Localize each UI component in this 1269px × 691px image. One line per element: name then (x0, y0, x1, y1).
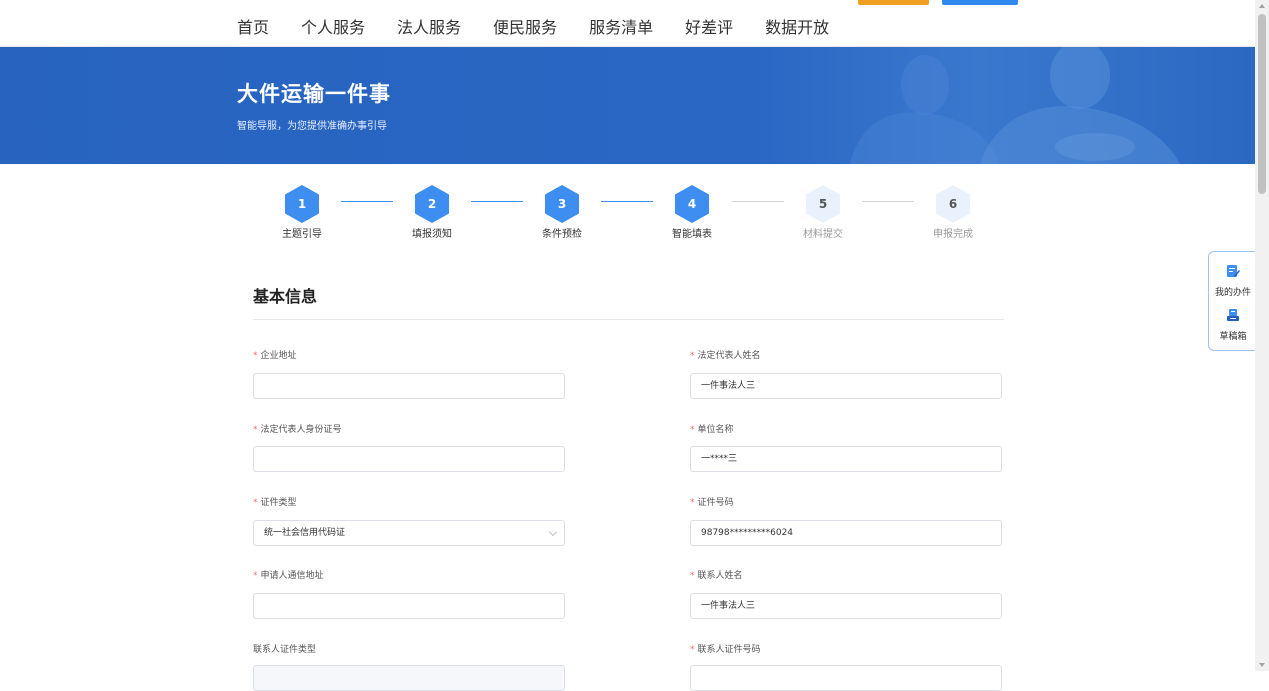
step-1-label: 主题引导 (282, 229, 322, 240)
label-legal-rep-name: * 法定代表人姓名 (690, 348, 761, 361)
required-mark: * (253, 351, 258, 361)
required-mark: * (690, 351, 695, 361)
step-connector-4 (732, 201, 784, 202)
step-connector-5 (862, 201, 914, 202)
drafts-label: 草稿箱 (1219, 332, 1247, 342)
nav-personal-service[interactable]: 个人服务 (301, 18, 365, 38)
certificate-type-value: 统一社会信用代码证 (264, 528, 346, 538)
page-banner: 大件运输一件事 智能导服，为您提供准确办事引导 (0, 47, 1255, 164)
step-connector-2 (471, 201, 523, 202)
top-navigation-bar: 首页 个人服务 法人服务 便民服务 服务清单 好差评 数据开放 (0, 0, 1255, 47)
draft-box-icon (1227, 309, 1239, 321)
label-text: 联系人证件类型 (253, 645, 317, 655)
nav-open-data[interactable]: 数据开放 (765, 18, 829, 38)
drafts-button[interactable]: 草稿箱 (1209, 308, 1257, 342)
banner-people-image (850, 47, 1180, 164)
certificate-number-input[interactable]: 98798*********6024 (690, 520, 1002, 546)
label-text: 联系人姓名 (697, 571, 743, 581)
label-text: 联系人证件号码 (697, 645, 761, 655)
step-2: 2 填报须知 (392, 185, 472, 240)
nav-home[interactable]: 首页 (237, 18, 269, 38)
nav-rating[interactable]: 好差评 (685, 18, 733, 38)
required-mark: * (690, 571, 695, 581)
label-contact-id-type: 联系人证件类型 (253, 642, 316, 655)
top-blue-button[interactable] (942, 0, 1018, 5)
vertical-scrollbar[interactable] (1255, 0, 1269, 671)
my-items-label: 我的办件 (1214, 288, 1251, 298)
label-legal-rep-id: * 法定代表人身份证号 (253, 422, 342, 435)
label-applicant-address: * 申请人通信地址 (253, 568, 324, 581)
organization-name-input[interactable]: 一****三 (690, 446, 1002, 472)
label-company-address: * 企业地址 (253, 348, 297, 361)
step-2-badge: 2 (415, 185, 449, 223)
required-mark: * (690, 498, 695, 508)
nav-legal-service[interactable]: 法人服务 (397, 18, 461, 38)
step-1-badge: 1 (285, 185, 319, 223)
section-divider (253, 319, 1004, 320)
chevron-down-icon (548, 527, 558, 537)
step-3-badge: 3 (545, 185, 579, 223)
step-6: 6 申报完成 (913, 185, 993, 240)
required-mark: * (253, 425, 258, 435)
edit-document-icon (1227, 265, 1240, 277)
scrollbar-thumb[interactable] (1258, 14, 1266, 194)
step-4: 4 智能填表 (652, 185, 732, 240)
contact-name-input[interactable]: 一件事法人三 (690, 593, 1002, 619)
label-text: 法定代表人身份证号 (260, 425, 342, 435)
applicant-address-input[interactable] (253, 593, 565, 619)
contact-id-type-select[interactable] (253, 665, 565, 691)
label-organization-name: * 单位名称 (690, 422, 734, 435)
scroll-down-arrow-icon[interactable] (1259, 663, 1265, 667)
step-6-label: 申报完成 (933, 229, 973, 240)
top-orange-button[interactable] (858, 0, 929, 5)
required-mark: * (690, 645, 695, 655)
legal-rep-id-input[interactable] (253, 446, 565, 472)
contact-id-number-input[interactable] (690, 665, 1002, 691)
label-text: 证件号码 (697, 498, 734, 508)
step-2-label: 填报须知 (412, 229, 452, 240)
nav-service-list[interactable]: 服务清单 (589, 18, 653, 38)
step-connector-1 (341, 201, 393, 202)
step-3: 3 条件预检 (522, 185, 602, 240)
label-contact-id-number: * 联系人证件号码 (690, 642, 761, 655)
label-contact-name: * 联系人姓名 (690, 568, 743, 581)
step-6-badge: 6 (936, 185, 970, 223)
section-title-basic-info: 基本信息 (253, 287, 318, 306)
nav-convenience-service[interactable]: 便民服务 (493, 18, 557, 38)
step-4-label: 智能填表 (672, 229, 712, 240)
company-address-input[interactable] (253, 373, 565, 399)
floating-side-panel: 我的办件 草稿箱 (1208, 251, 1256, 351)
label-certificate-type: * 证件类型 (253, 495, 297, 508)
page-title: 大件运输一件事 (237, 82, 391, 106)
page-subtitle: 智能导服，为您提供准确办事引导 (237, 121, 387, 132)
my-items-button[interactable]: 我的办件 (1209, 264, 1257, 298)
step-5-label: 材料提交 (803, 229, 843, 240)
label-certificate-number: * 证件号码 (690, 495, 734, 508)
label-text: 企业地址 (260, 351, 297, 361)
progress-steps: 1 主题引导 2 填报须知 3 条件预检 4 智能填表 5 材料提交 6 申报完… (0, 180, 1255, 250)
required-mark: * (690, 425, 695, 435)
required-mark: * (253, 571, 258, 581)
step-5-badge: 5 (806, 185, 840, 223)
label-text: 单位名称 (697, 425, 734, 435)
required-mark: * (253, 498, 258, 508)
label-text: 法定代表人姓名 (697, 351, 761, 361)
main-nav: 首页 个人服务 法人服务 便民服务 服务清单 好差评 数据开放 (237, 18, 861, 38)
step-4-badge: 4 (675, 185, 709, 223)
scroll-up-arrow-icon[interactable] (1259, 4, 1265, 8)
step-connector-3 (601, 201, 653, 202)
step-5: 5 材料提交 (783, 185, 863, 240)
legal-rep-name-input[interactable]: 一件事法人三 (690, 373, 1002, 399)
step-3-label: 条件预检 (542, 229, 582, 240)
step-1: 1 主题引导 (262, 185, 342, 240)
label-text: 证件类型 (260, 498, 297, 508)
certificate-type-select[interactable]: 统一社会信用代码证 (253, 520, 565, 546)
label-text: 申请人通信地址 (260, 571, 324, 581)
